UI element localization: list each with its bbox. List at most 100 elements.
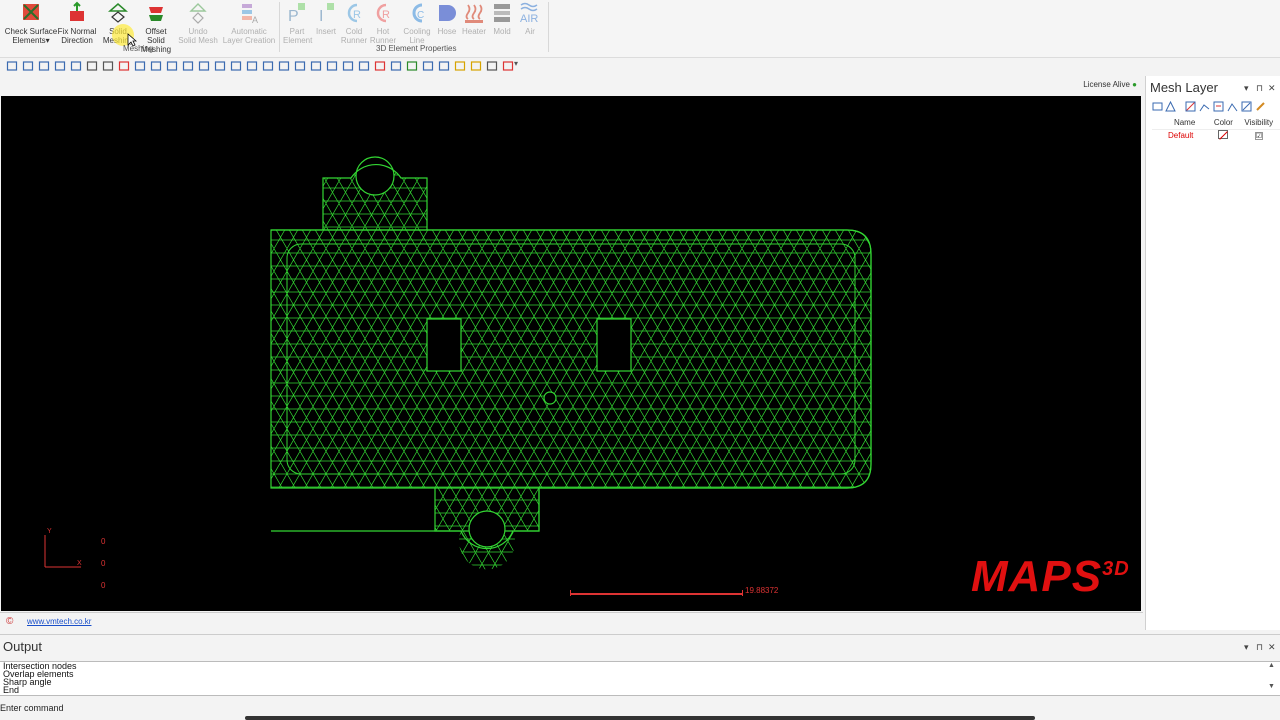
layer-triangle-icon[interactable]	[1165, 101, 1176, 112]
toolbar-tool-icon[interactable]	[342, 60, 354, 72]
air-button[interactable]: AIR Air	[517, 0, 543, 44]
toolbar-tool-icon[interactable]	[102, 60, 114, 72]
offset-solid-meshing-button[interactable]: Offset Solid Meshing	[136, 0, 176, 54]
toolbar-tool-icon[interactable]	[502, 60, 514, 72]
layer-add-icon[interactable]	[1152, 101, 1163, 112]
layer-color-swatch[interactable]	[1218, 129, 1229, 139]
output-close-icon[interactable]: ✕	[1268, 642, 1276, 653]
header-color: Color	[1213, 118, 1233, 128]
heater-button[interactable]: Heater	[460, 0, 488, 44]
toolbar-tool-icon[interactable]	[454, 60, 466, 72]
toolbar-tool-icon[interactable]	[486, 60, 498, 72]
scroll-up-icon[interactable]: ▲	[1268, 662, 1278, 669]
toolbar-tool-icon[interactable]	[150, 60, 162, 72]
part-element-label-1: Part	[289, 27, 305, 36]
scale-bar-tick	[570, 590, 571, 596]
toolbar-tool-icon[interactable]	[470, 60, 482, 72]
output-scrollbar[interactable]: ▲ ▼	[1268, 662, 1278, 695]
heater-icon	[465, 4, 483, 23]
insert-label: Insert	[315, 27, 336, 36]
layer-tool-icon[interactable]	[1185, 101, 1196, 112]
horizontal-scrollbar[interactable]	[245, 716, 1035, 720]
toolbar-tool-icon[interactable]	[438, 60, 450, 72]
toolbar-tool-icon[interactable]	[294, 60, 306, 72]
layer-tool-icon[interactable]	[1227, 101, 1238, 112]
panel-close-icon[interactable]: ✕	[1268, 83, 1276, 94]
toolbar-tool-icon[interactable]	[38, 60, 50, 72]
panel-pin-icon[interactable]: ⊓	[1256, 83, 1263, 94]
toolbar-tool-icon[interactable]	[134, 60, 146, 72]
scroll-down-icon[interactable]: ▼	[1268, 683, 1278, 690]
cold-runner-button[interactable]: R Cold Runner	[340, 0, 368, 45]
scale-value: 19.88372	[745, 586, 779, 595]
toolbar-tool-icon[interactable]	[278, 60, 290, 72]
toolbar-tool-icon[interactable]	[230, 60, 242, 72]
auto-layer-label-1: Automatic	[231, 27, 267, 36]
part-element-button[interactable]: P Part Element	[283, 0, 312, 45]
toolbar-tool-icon[interactable]	[166, 60, 178, 72]
layer-tool-icon[interactable]	[1241, 101, 1252, 112]
toolbar-more-icon[interactable]: ▾	[514, 59, 518, 68]
toolbar-tool-icon[interactable]	[390, 60, 402, 72]
header-visibility: Visibility	[1244, 118, 1274, 128]
part-element-icon: P	[288, 3, 305, 25]
hot-runner-icon: R	[376, 3, 390, 23]
hot-runner-label-1: Hot	[376, 27, 390, 36]
toolbar-tool-icon[interactable]	[262, 60, 274, 72]
vmtech-link[interactable]: www.vmtech.co.kr	[27, 617, 91, 626]
output-dropdown-icon[interactable]: ▾	[1244, 642, 1249, 653]
group-separator	[548, 2, 549, 52]
offset-solid-label-1: Offset Solid	[145, 27, 167, 45]
scale-bar	[570, 593, 742, 595]
toolbar-tool-icon[interactable]	[310, 60, 322, 72]
toolbar-tool-icon[interactable]	[86, 60, 98, 72]
table-header-row: Name Color Visibility	[1152, 117, 1280, 129]
layer-tool-icon[interactable]	[1213, 101, 1224, 112]
cooling-line-button[interactable]: C Cooling Line	[401, 0, 433, 45]
output-title: Output	[3, 639, 43, 654]
toolbar-tool-icon[interactable]	[406, 60, 418, 72]
toolbar-tool-icon[interactable]	[246, 60, 258, 72]
layer-tool-icon[interactable]	[1199, 101, 1210, 112]
toolbar-tool-icon[interactable]	[214, 60, 226, 72]
license-status: License Alive ●	[1083, 80, 1137, 89]
toolbar-tool-icon[interactable]	[182, 60, 194, 72]
insert-icon: I	[319, 3, 334, 25]
check-surface-elements-button[interactable]: Check Surface Elements▾	[4, 0, 58, 45]
layer-color-cell[interactable]	[1209, 128, 1238, 141]
panel-dropdown-icon[interactable]: ▾	[1244, 83, 1249, 94]
mesh-layer-table: Name Color Visibility Default ☑	[1152, 117, 1280, 141]
automatic-layer-creation-button[interactable]: A Automatic Layer Creation	[222, 0, 276, 45]
command-prompt[interactable]: Enter command	[0, 703, 64, 713]
table-row[interactable]: Default ☑	[1152, 128, 1280, 141]
toolbar-tool-icon[interactable]	[6, 60, 18, 72]
hot-runner-button[interactable]: R Hot Runner	[369, 0, 397, 45]
3d-viewport[interactable]: Y X 0 0 0 19.88372 MAPS3D	[1, 96, 1141, 611]
layer-visibility-cell[interactable]: ☑	[1237, 128, 1280, 141]
toolbar-tool-icon[interactable]	[118, 60, 130, 72]
toolbar-tool-icon[interactable]	[22, 60, 34, 72]
toolbar-tool-icon[interactable]	[358, 60, 370, 72]
fix-normal-direction-button[interactable]: Fix Normal Direction	[56, 0, 98, 45]
layer-name[interactable]: Default	[1160, 128, 1210, 141]
toolbar-tool-icon[interactable]	[326, 60, 338, 72]
toolbar-tool-icon[interactable]	[70, 60, 82, 72]
hose-button[interactable]: Hose	[434, 0, 460, 44]
toolbar-tool-icon[interactable]	[374, 60, 386, 72]
log-line: Intersection nodes	[3, 661, 77, 671]
mold-button[interactable]: Mold	[489, 0, 515, 44]
logo-main: MAPS	[971, 552, 1103, 601]
mesh-hole	[355, 156, 395, 196]
undo-solid-mesh-button[interactable]: Undo Solid Mesh	[177, 0, 219, 45]
toolbar-tool-icon[interactable]	[422, 60, 434, 72]
layer-edit-icon[interactable]	[1255, 101, 1266, 112]
toolbar-tool-icon[interactable]	[198, 60, 210, 72]
cold-runner-icon: R	[347, 3, 361, 23]
toolbar-tool-icon[interactable]	[54, 60, 66, 72]
insert-button[interactable]: I Insert	[312, 0, 340, 44]
hose-icon	[439, 5, 456, 21]
output-pin-icon[interactable]: ⊓	[1256, 642, 1263, 653]
mesh-view[interactable]	[1, 96, 1141, 611]
fix-normal-icon	[70, 1, 84, 21]
layer-visibility-checkbox[interactable]: ☑	[1254, 131, 1263, 140]
